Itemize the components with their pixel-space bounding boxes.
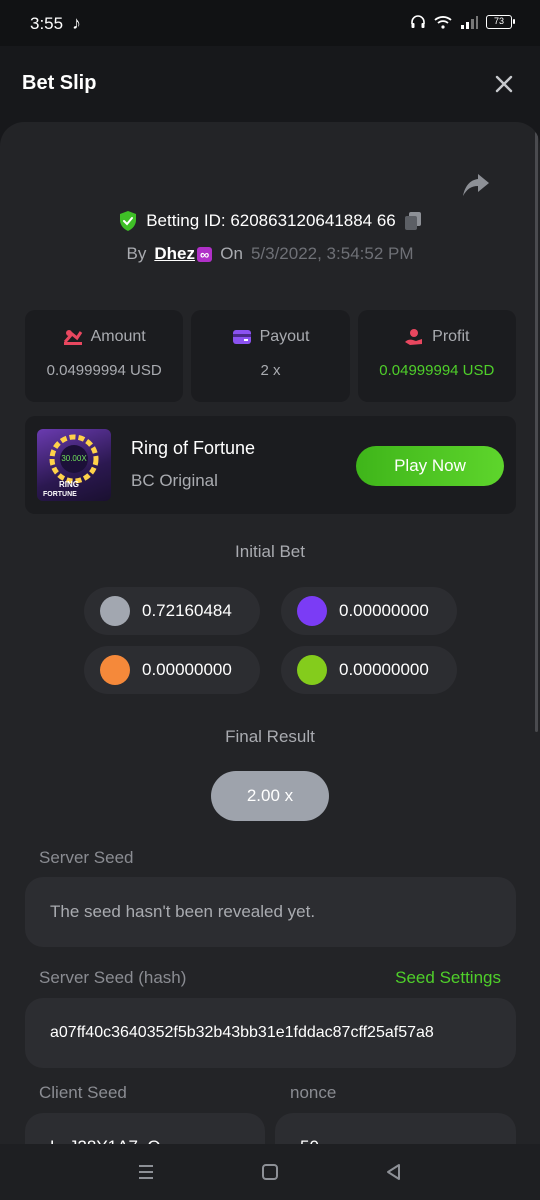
initial-bet-chip: 0.00000000 xyxy=(84,646,260,694)
coin-orange-icon xyxy=(100,655,130,685)
share-icon[interactable] xyxy=(462,172,490,198)
profit-label: Profit xyxy=(432,328,470,345)
coin-purple-icon xyxy=(297,596,327,626)
vip-badge: ∞ xyxy=(196,247,213,262)
username-link[interactable]: Dhez ∞ xyxy=(154,244,213,264)
initial-bet-title: Initial Bet xyxy=(235,542,305,561)
thumb-multiplier: 30.00X xyxy=(61,454,87,463)
chip-value: 0.72160484 xyxy=(142,601,232,620)
amount-value: 0.04999994 USD xyxy=(46,362,162,379)
shield-check-icon xyxy=(120,211,137,231)
status-time: 3:55 xyxy=(30,14,64,33)
coin-grey-icon xyxy=(100,596,130,626)
chip-value: 0.00000000 xyxy=(339,601,429,620)
game-card[interactable]: 30.00X RING FORTUNE Ring of Fortune BC O… xyxy=(25,416,516,514)
server-seed-label: Server Seed xyxy=(39,848,134,867)
amount-card: Amount 0.04999994 USD xyxy=(25,310,184,402)
payout-label: Payout xyxy=(259,328,310,345)
back-icon[interactable] xyxy=(382,1160,406,1184)
game-thumbnail[interactable]: 30.00X RING FORTUNE xyxy=(37,429,111,501)
client-seed-field[interactable]: L_J28Y1A7_Q xyxy=(25,1113,265,1144)
amount-label: Amount xyxy=(90,328,146,345)
server-seed-hash-field[interactable]: a07ff40c3640352f5b32b43bb31e1fddac87cff2… xyxy=(25,998,516,1068)
nonce-label: nonce xyxy=(290,1083,337,1102)
money-bag-icon xyxy=(63,330,82,345)
by-label: By xyxy=(126,244,147,263)
client-seed-label: Client Seed xyxy=(39,1083,127,1102)
server-seed-field: The seed hasn't been revealed yet. xyxy=(25,877,516,947)
svg-text:RING: RING xyxy=(59,480,79,489)
wallet-icon xyxy=(232,330,251,344)
username[interactable]: Dhez xyxy=(154,244,195,263)
header: Bet Slip xyxy=(0,46,540,122)
bet-slip-sheet: Betting ID: 620863120641884 66 By Dhez ∞ … xyxy=(0,122,540,1144)
wifi-icon xyxy=(434,16,452,29)
profit-hand-icon xyxy=(405,329,423,345)
copy-icon[interactable] xyxy=(404,211,422,231)
signal-icon xyxy=(461,16,478,29)
bet-stats: Amount 0.04999994 USD Payout 2 x Profit … xyxy=(25,310,516,402)
betting-id: Betting ID: 620863120641884 66 xyxy=(146,211,396,230)
seed-settings-link[interactable]: Seed Settings xyxy=(395,968,501,988)
betting-id-row: Betting ID: 620863120641884 66 xyxy=(0,210,540,232)
chip-value: 0.00000000 xyxy=(339,660,429,679)
nonce-field[interactable]: 50 xyxy=(275,1113,516,1144)
battery-icon: 73 xyxy=(486,15,515,29)
music-note-icon: ♪ xyxy=(72,13,81,33)
status-bar: 3:55 ♪ 73 xyxy=(0,0,540,46)
final-result-value: 2.00 x xyxy=(211,771,329,821)
on-label: On xyxy=(220,244,243,263)
profit-value: 0.04999994 USD xyxy=(379,362,495,379)
payout-card: Payout 2 x xyxy=(191,310,350,402)
profit-card: Profit 0.04999994 USD xyxy=(357,310,516,402)
headphones-icon xyxy=(411,15,425,28)
initial-bet-chip: 0.00000000 xyxy=(281,587,457,635)
bet-date: 5/3/2022, 3:54:52 PM xyxy=(250,244,414,263)
payout-value: 2 x xyxy=(260,362,281,379)
game-provider: BC Original xyxy=(131,471,218,490)
recent-apps-icon[interactable] xyxy=(134,1160,158,1184)
initial-bet-chip: 0.72160484 xyxy=(84,587,260,635)
system-nav-bar xyxy=(0,1144,540,1200)
ring-of-fortune-logo: 30.00X RING FORTUNE xyxy=(43,434,99,498)
status-icons: 73 xyxy=(410,14,515,30)
play-now-button[interactable]: Play Now xyxy=(356,446,504,486)
bettor-row: By Dhez ∞ On 5/3/2022, 3:54:52 PM xyxy=(0,244,540,264)
close-icon[interactable] xyxy=(492,72,516,96)
initial-bet-chip: 0.00000000 xyxy=(281,646,457,694)
svg-text:FORTUNE: FORTUNE xyxy=(43,491,77,498)
final-result-title: Final Result xyxy=(225,727,315,746)
coin-green-icon xyxy=(297,655,327,685)
home-icon[interactable] xyxy=(258,1160,282,1184)
chip-value: 0.00000000 xyxy=(142,660,232,679)
server-seed-hash-label: Server Seed (hash) xyxy=(39,968,187,987)
game-name[interactable]: Ring of Fortune xyxy=(131,438,255,459)
page-title: Bet Slip xyxy=(22,72,97,94)
